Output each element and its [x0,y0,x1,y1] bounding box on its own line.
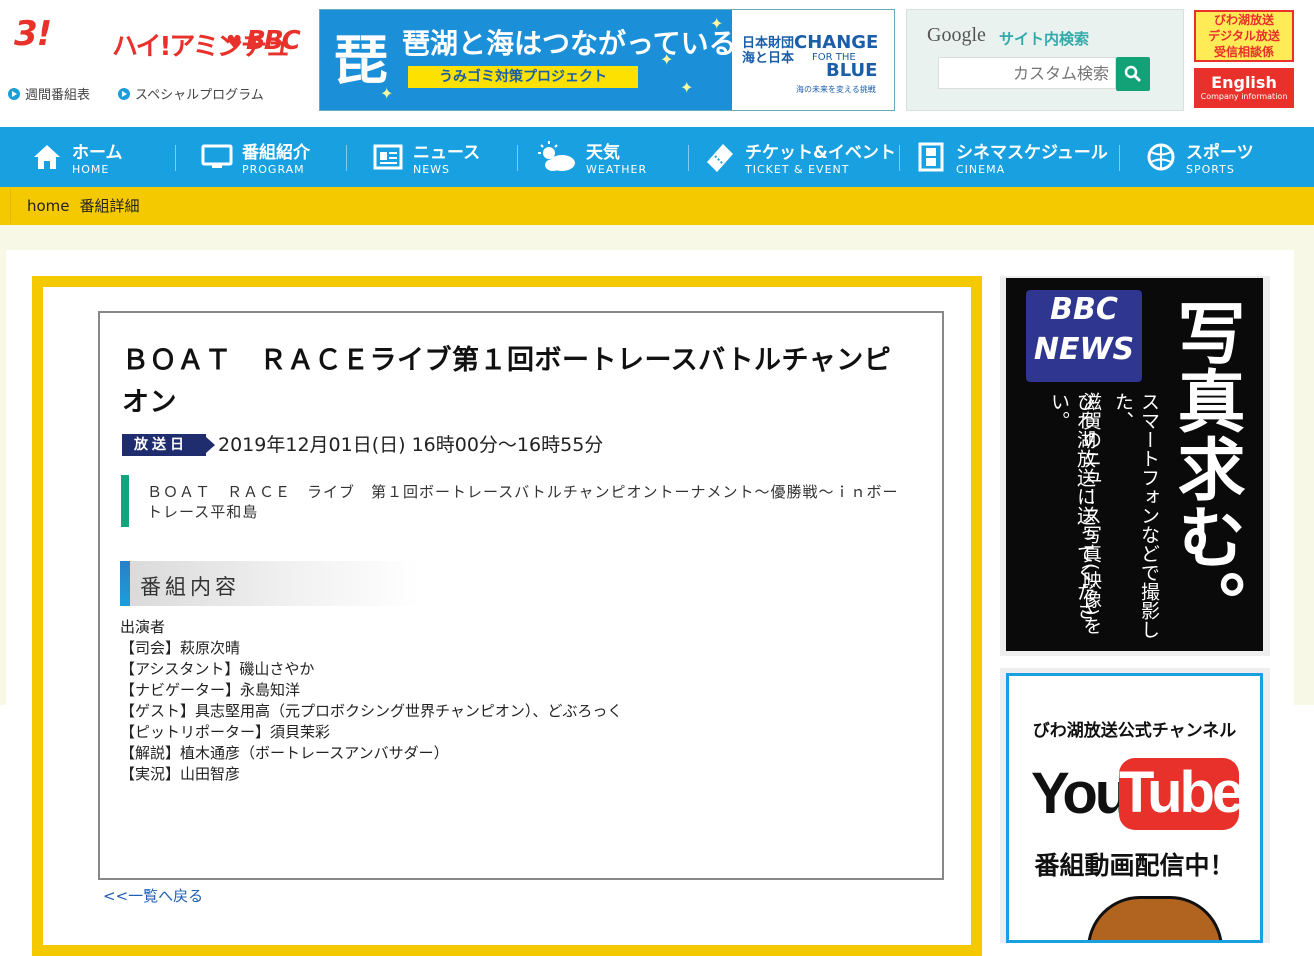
umigomi-banner[interactable]: 琵 琶湖と海はつながっている! うみゴミ対策プロジェクト ✦ ✦ ✦ ✦ 日本財… [319,9,895,111]
home-icon [30,140,64,174]
english-sub-label: Company information [1200,92,1288,101]
nav-item-news[interactable]: ニュース NEWS [347,127,518,187]
youtube-tube: Tube [1119,758,1244,830]
film-icon [914,140,948,174]
nav-label-en: NEWS [413,163,451,176]
partner-change: CHANGE [794,32,879,53]
weather-icon [534,140,578,174]
program-title: ＢＯＡＴ ＲＡＣＥライブ第１回ボートレースバトルチャンピオン [122,345,892,418]
airdate-badge: 放送日 [122,434,215,456]
description-line: 【アシスタント】磯山さやか [120,660,315,678]
play-bullet-icon [8,87,20,100]
nav-label-jp: チケット&イベント [745,143,896,163]
star-icon: ✦ [660,50,674,69]
program-description: 出演者 【司会】萩原次晴 【アシスタント】磯山さやか 【ナビゲーター】永島知洋 … [120,617,920,785]
partner-tag: 海の未来を変える挑戦 [796,85,876,94]
breadcrumb-current: 番組詳細 [79,197,140,215]
partner-blue: BLUE [826,60,878,81]
news-line: びわ湖放送に送ってください。 [1048,392,1096,620]
banner-headline: 琶湖と海はつながっている! [402,27,750,60]
heart-icon: ♥ [226,32,243,53]
special-program-link[interactable]: スペシャルプログラム [118,84,264,103]
search-input[interactable] [938,57,1116,89]
nav-label-jp: スポーツ [1186,143,1254,163]
nav-item-program[interactable]: 番組紹介 PROGRAM [176,127,347,187]
breadcrumb-home[interactable]: home [27,197,70,215]
youtube-channel-label: びわ湖放送公式チャンネル [1032,721,1237,741]
youtube-you: You [1031,761,1130,826]
search-icon [1124,65,1142,83]
site-search: Google サイト内検索 [906,9,1184,111]
main-nav: ホーム HOME 番組紹介 PROGRAM ニュース NEWS 天気 WEATHER チ… [0,127,1314,187]
star-icon: ✦ [680,78,694,97]
news-icon [371,140,405,174]
star-icon: ✦ [380,84,394,103]
nav-label-en: WEATHER [586,163,648,176]
search-button[interactable] [1116,57,1150,91]
description-line: 【ピットリポーター】須貝茉彩 [120,723,331,741]
bbc-news-logo: BBC NEWS [1026,290,1142,382]
section-heading-label: 番組内容 [140,575,240,599]
nav-item-weather[interactable]: 天気 WEATHER [518,127,689,187]
description-line: 【ゲスト】具志堅用高（元プロボクシング世界チャンピオン）、どぶろっく [120,702,623,720]
nav-label-en: PROGRAM [242,163,305,176]
nav-label-en: SPORTS [1186,163,1235,176]
nav-label-jp: ニュース [413,143,481,163]
digital-broadcast-label: びわ湖放送 デジタル放送 受信相談係 [1208,13,1280,59]
section-heading-bar [120,561,130,606]
banner-partner-logo: 日本財団 海と日本 CHANGE FOR THE BLUE 海の未来を変える挑戦 [732,10,894,110]
nav-label-jp: 番組紹介 [242,143,310,163]
back-to-list-link[interactable]: <<一覧へ戻る [103,885,203,906]
nav-label-jp: 天気 [586,143,620,163]
description-line: 【ナビゲーター】永島知洋 [120,681,301,699]
breadcrumb: home 番組詳細 [10,189,1294,223]
nav-label-jp: シネマスケジュール [956,143,1108,163]
description-line: 出演者 [120,618,166,636]
site-logo[interactable]: 3! ハイ!アミンチュ ♥ BBC [10,14,301,66]
digital-broadcast-button[interactable]: びわ湖放送 デジタル放送 受信相談係 [1194,10,1294,62]
nav-item-home[interactable]: ホーム HOME [0,127,176,187]
weekly-schedule-link[interactable]: 週間番組表 [8,84,90,103]
ticket-icon [703,140,737,174]
nav-label-en: TICKET & EVENT [745,163,850,176]
nav-item-ticket[interactable]: チケット&イベント TICKET & EVENT [689,127,900,187]
nav-label-jp: ホーム [72,143,123,163]
site-search-label: サイト内検索 [999,30,1090,48]
special-program-label: スペシャルプログラム [135,88,264,103]
news-big-text: 写真求む。 [1165,298,1245,638]
nav-item-sports[interactable]: スポーツ SPORTS [1120,127,1314,187]
partner-left: 日本財団 海と日本 [742,36,795,66]
airdate-text: 2019年12月01日(日) 16時00分～16時55分 [218,434,604,456]
youtube-channel-banner[interactable]: びわ湖放送公式チャンネル You Tube 番組動画配信中！ [1006,673,1263,943]
weekly-schedule-label: 週間番組表 [25,88,91,103]
english-label: English [1211,73,1277,92]
description-line: 【司会】萩原次晴 [120,639,241,657]
star-icon: ✦ [710,14,724,33]
nav-label-en: HOME [72,163,110,176]
news-line: スマートフォンなどで撮影した、 [1112,392,1160,639]
youtube-message: 番組動画配信中！ [1034,851,1235,880]
google-label: Google [927,24,986,46]
description-line: 【解説】植木通彦（ボートレースアンバサダー） [120,744,449,762]
tv-icon [200,140,234,174]
news-photo-banner[interactable]: BBC NEWS 写真求む。 スマートフォンなどで撮影した、 滋賀のニュース写真… [1006,278,1263,651]
nav-item-cinema[interactable]: シネマスケジュール CINEMA [900,127,1120,187]
mascot-icon [1087,896,1223,940]
ball-icon [1144,140,1178,174]
logo-text-1: 3! [14,14,52,54]
english-button[interactable]: English Company information [1194,68,1294,108]
section-heading: 番組内容 [120,561,420,606]
logo-text-3: BBC [246,26,301,56]
program-subtitle: ＢＯＡＴ ＲＡＣＥ ライブ 第１回ボートレースバトルチャンピオントーナメント～優… [121,475,911,527]
banner-subline: うみゴミ対策プロジェクト [408,66,638,88]
play-bullet-icon [118,87,130,100]
nav-label-en: CINEMA [956,163,1006,176]
description-line: 【実況】山田智彦 [120,765,241,783]
